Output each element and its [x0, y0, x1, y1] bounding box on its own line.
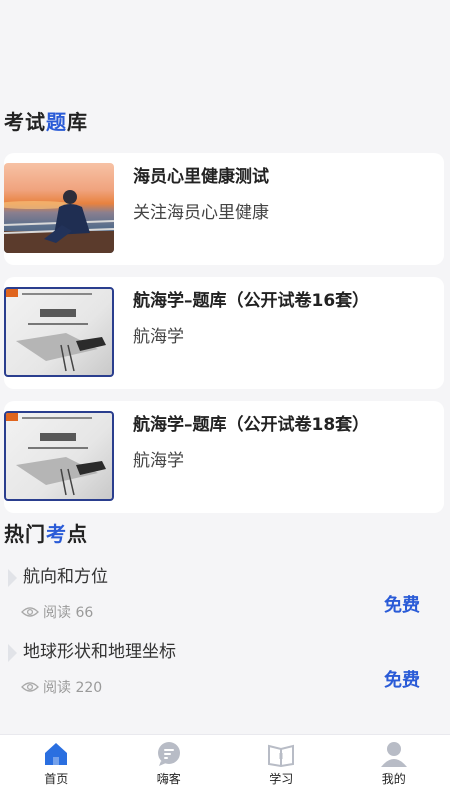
exam-section-title: 考试题库 [4, 110, 88, 134]
hot-topic-name: 航向和方位 [23, 567, 108, 587]
book-icon [268, 744, 295, 767]
card-subtitle: 航海学 [133, 327, 184, 347]
navigation-book-cover-icon [6, 289, 106, 372]
user-icon [380, 742, 407, 767]
card-subtitle: 关注海员心里健康 [133, 203, 269, 223]
card-title: 航海学–题库（公开试卷18套） [133, 415, 370, 435]
view-count-text: 阅读 66 [43, 605, 94, 621]
sailor-photo-icon [4, 190, 114, 253]
chat-icon [157, 742, 180, 766]
eye-icon [21, 607, 39, 617]
triangle-bullet-icon [8, 569, 17, 587]
home-icon [45, 743, 68, 765]
tab-home[interactable]: 首页 [0, 735, 113, 800]
view-count-text: 阅读 220 [43, 680, 103, 696]
tab-label: 学习 [269, 772, 294, 786]
card-title: 海员心里健康测试 [133, 167, 269, 187]
triangle-bullet-icon [8, 644, 17, 662]
bottom-tab-bar: 首页 嗨客 学习 我的 [0, 734, 450, 800]
hot-topic-item[interactable]: 地球形状和地理坐标 阅读 220 免费 [0, 638, 450, 713]
tab-label: 首页 [44, 772, 69, 786]
tab-hike[interactable]: 嗨客 [113, 735, 226, 800]
card-subtitle: 航海学 [133, 451, 184, 471]
tab-mine[interactable]: 我的 [338, 735, 450, 800]
hot-topic-name: 地球形状和地理坐标 [23, 642, 176, 662]
view-count: 阅读 220 [21, 677, 102, 697]
free-price-label[interactable]: 免费 [384, 591, 420, 617]
hot-topic-item[interactable]: 航向和方位 阅读 66 免费 [0, 563, 450, 638]
tab-study[interactable]: 学习 [225, 735, 338, 800]
tab-label: 嗨客 [156, 772, 181, 786]
exam-card[interactable]: 航海学–题库（公开试卷16套） 航海学 [4, 277, 444, 389]
exam-card[interactable]: 海员心里健康测试 关注海员心里健康 [4, 153, 444, 265]
book-cover-thumbnail [4, 287, 114, 377]
card-title: 航海学–题库（公开试卷16套） [133, 291, 370, 311]
sunset-photo-thumbnail [4, 163, 114, 253]
eye-icon [21, 682, 39, 692]
exam-card[interactable]: 航海学–题库（公开试卷18套） 航海学 [4, 401, 444, 513]
tab-label: 我的 [381, 772, 406, 786]
hot-section-title: 热门考点 [4, 522, 88, 546]
navigation-book-cover-icon [6, 413, 106, 496]
view-count: 阅读 66 [21, 602, 93, 622]
free-price-label[interactable]: 免费 [384, 666, 420, 692]
book-cover-thumbnail [4, 411, 114, 501]
top-blank-area [0, 0, 450, 105]
